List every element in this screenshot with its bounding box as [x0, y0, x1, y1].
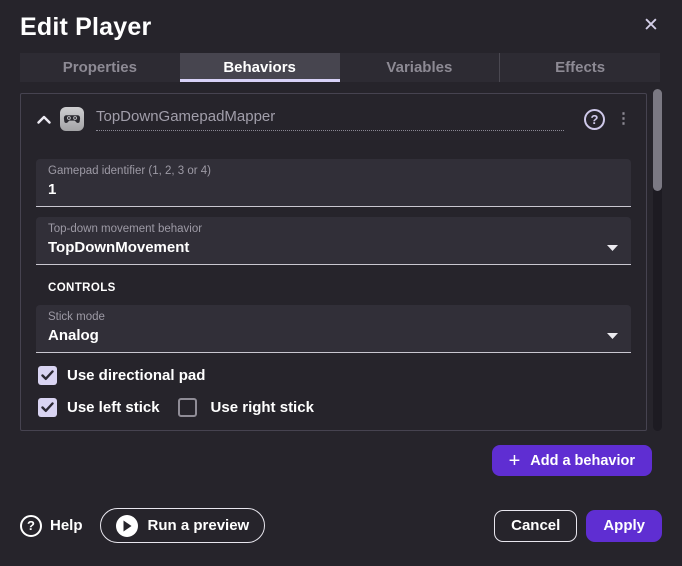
help-icon: ? [20, 515, 42, 537]
checkbox-label: Use directional pad [67, 367, 205, 384]
apply-button[interactable]: Apply [586, 510, 662, 542]
tab-effects[interactable]: Effects [499, 53, 660, 82]
checkbox-checked-icon [38, 398, 57, 417]
plus-icon: + [509, 451, 521, 471]
behavior-menu-icon[interactable]: ⋮ [616, 110, 631, 128]
behaviors-content: TopDownGamepadMapper ? ⋮ Gamepad identif… [0, 93, 682, 431]
behavior-panel: TopDownGamepadMapper ? ⋮ Gamepad identif… [20, 93, 647, 431]
tab-bar: Properties Behaviors Variables Effects [20, 53, 660, 82]
cancel-button[interactable]: Cancel [494, 510, 577, 542]
page-title: Edit Player [20, 13, 151, 42]
chevron-down-icon [607, 238, 618, 256]
dialog-footer: ? Help Run a preview Cancel Apply [20, 508, 662, 543]
behavior-help-icon[interactable]: ? [584, 109, 605, 130]
use-left-stick-checkbox[interactable]: Use left stick [38, 398, 160, 417]
add-behavior-label: Add a behavior [530, 453, 635, 469]
gamepad-icon [60, 107, 84, 131]
chevron-down-icon [607, 326, 618, 344]
chevron-up-icon[interactable] [36, 111, 52, 127]
play-icon [116, 515, 138, 537]
field-label: Top-down movement behavior [48, 223, 619, 236]
behavior-name-input[interactable]: TopDownGamepadMapper [96, 107, 564, 131]
field-label: Gamepad identifier (1, 2, 3 or 4) [48, 165, 619, 178]
edit-object-dialog: Edit Player ✕ Properties Behaviors Varia… [0, 0, 682, 566]
checkbox-row: Use left stick Use right stick [38, 397, 631, 417]
scrollbar-track[interactable] [653, 89, 662, 431]
use-right-stick-checkbox[interactable]: Use right stick [178, 398, 314, 417]
gamepad-identifier-field[interactable]: Gamepad identifier (1, 2, 3 or 4) [36, 159, 631, 207]
add-behavior-button[interactable]: + Add a behavior [492, 445, 652, 476]
checkbox-label: Use right stick [211, 399, 314, 416]
controls-section-header: CONTROLS [48, 281, 631, 295]
checkbox-row: Use directional pad [38, 365, 631, 385]
help-button[interactable]: ? Help [20, 515, 83, 537]
scrollbar-thumb[interactable] [653, 89, 662, 191]
tab-properties[interactable]: Properties [20, 53, 180, 82]
use-directional-pad-checkbox[interactable]: Use directional pad [38, 366, 205, 385]
run-preview-button[interactable]: Run a preview [100, 508, 266, 543]
field-label: Stick mode [48, 311, 619, 324]
stick-mode-select[interactable]: Stick mode Analog [36, 305, 631, 353]
select-value: TopDownMovement [48, 239, 619, 257]
help-label: Help [50, 517, 83, 534]
select-value: Analog [48, 327, 619, 345]
behavior-header: TopDownGamepadMapper ? ⋮ [36, 105, 631, 133]
topdown-movement-select[interactable]: Top-down movement behavior TopDownMoveme… [36, 217, 631, 265]
add-behavior-row: + Add a behavior [0, 445, 652, 476]
gamepad-identifier-input[interactable] [48, 181, 619, 199]
checkbox-label: Use left stick [67, 399, 160, 416]
checkbox-checked-icon [38, 366, 57, 385]
dialog-header: Edit Player ✕ [0, 0, 682, 42]
checkbox-unchecked-icon [178, 398, 197, 417]
run-preview-label: Run a preview [148, 517, 250, 534]
tab-variables[interactable]: Variables [340, 53, 500, 82]
close-icon[interactable]: ✕ [638, 13, 664, 39]
tab-behaviors[interactable]: Behaviors [180, 53, 340, 82]
